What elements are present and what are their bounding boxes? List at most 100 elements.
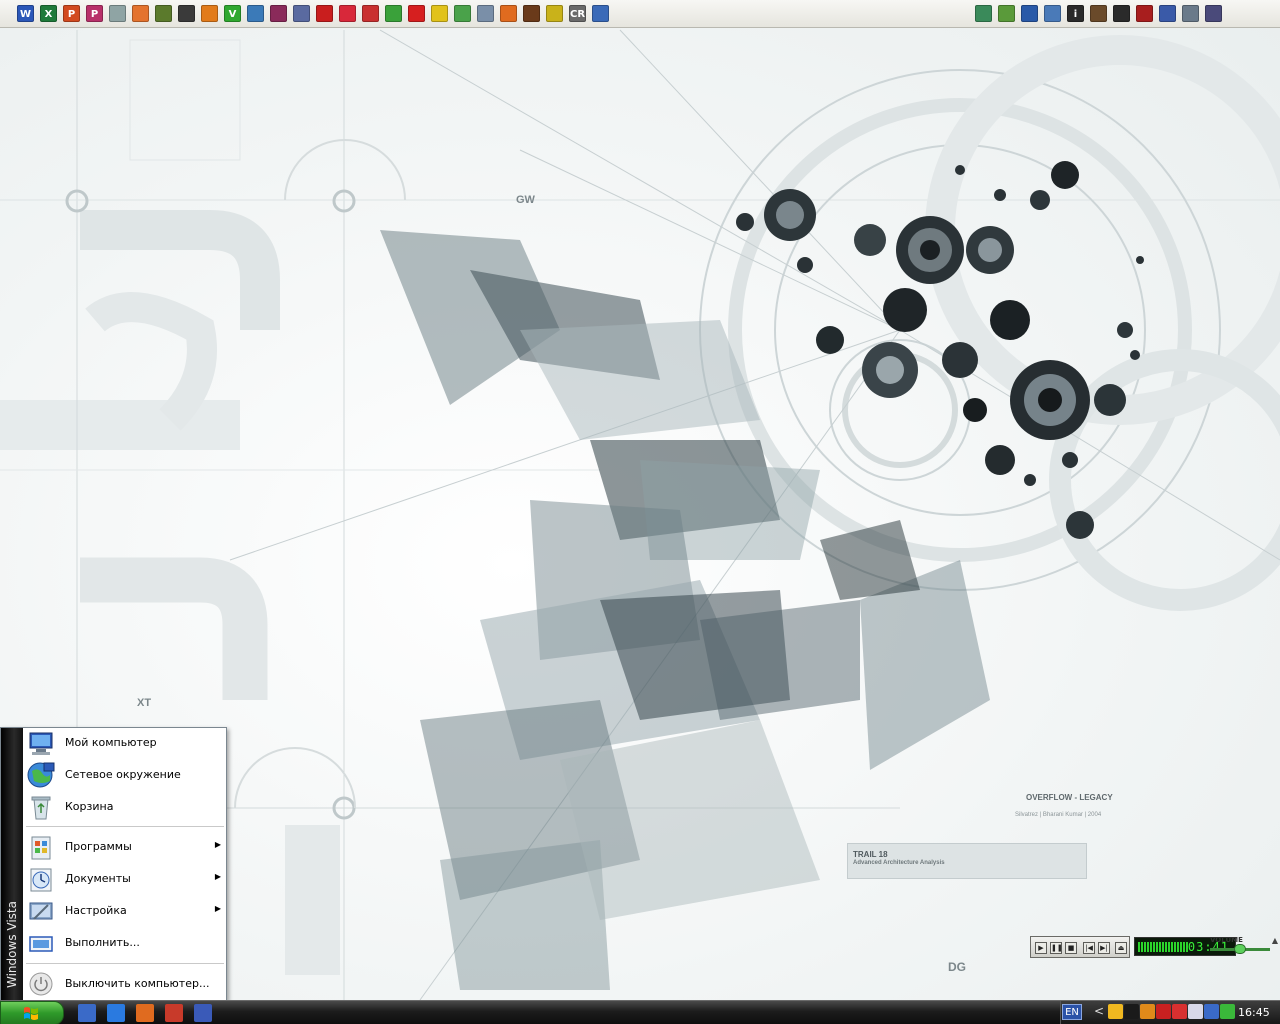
media-icon[interactable]	[201, 5, 218, 22]
sound-muted-icon[interactable]	[1156, 1004, 1171, 1019]
wallpaper-credit: Silvatrez | Bharani Kumar | 2004	[1015, 812, 1102, 818]
bug-icon[interactable]	[431, 5, 448, 22]
wallpaper-title: OVERFLOW - LEGACY	[1026, 793, 1113, 802]
eraser-icon[interactable]	[109, 5, 126, 22]
start-menu-label: Настройка	[65, 904, 127, 917]
start-menu-banner: Windows Vista	[1, 728, 23, 1000]
camera-icon[interactable]	[132, 5, 149, 22]
windows-flag-icon	[24, 1007, 38, 1020]
player-arrow-icon[interactable]	[1140, 1004, 1155, 1019]
wallpaper-trail-title: TRAIL 18	[853, 850, 888, 859]
start-menu-label: Выполнить...	[65, 936, 140, 949]
word-icon[interactable]: W	[17, 5, 34, 22]
start-menu: Windows Vista Мой компьютер Сетевое окру…	[0, 727, 227, 1001]
publisher-icon[interactable]: P	[86, 5, 103, 22]
antenna-icon[interactable]	[1090, 5, 1107, 22]
lifebuoy-icon[interactable]	[339, 5, 356, 22]
info-icon[interactable]: i	[1067, 5, 1084, 22]
eject-icon[interactable]: ⏏	[1115, 942, 1127, 954]
fork-icon[interactable]	[1205, 5, 1222, 22]
taskbar	[0, 1000, 1280, 1024]
firefox-icon[interactable]	[500, 5, 517, 22]
volume-knob[interactable]	[1234, 944, 1247, 954]
show-desktop-icon[interactable]	[78, 1004, 96, 1022]
start-menu-label: Выключить компьютер...	[65, 977, 210, 990]
start-menu-item-run[interactable]: Выполнить...	[23, 928, 226, 958]
disc-icon[interactable]	[523, 5, 540, 22]
next-icon[interactable]: ▶|	[1098, 942, 1110, 954]
screen-blue-icon[interactable]	[1021, 5, 1038, 22]
pen-icon[interactable]	[247, 5, 264, 22]
gear-icon[interactable]	[1182, 5, 1199, 22]
start-menu-label: Сетевое окружение	[65, 768, 181, 781]
phone-icon[interactable]	[293, 5, 310, 22]
photo-icon[interactable]	[998, 5, 1015, 22]
wrench-icon[interactable]	[1044, 5, 1061, 22]
globe-white-icon[interactable]	[1188, 1004, 1203, 1019]
spectrum-bars	[1138, 942, 1188, 952]
powerpoint-icon[interactable]: P	[63, 5, 80, 22]
monitor-icon[interactable]	[1159, 5, 1176, 22]
download-icon[interactable]: V	[224, 5, 241, 22]
excel-icon[interactable]: X	[40, 5, 57, 22]
compass-icon[interactable]	[477, 5, 494, 22]
monitor-black-icon[interactable]	[1124, 1004, 1139, 1019]
terminal-icon[interactable]	[178, 5, 195, 22]
tray-expand-icon[interactable]: <	[1094, 1004, 1104, 1018]
start-menu-banner-text: Windows Vista	[5, 901, 19, 988]
firefox-icon[interactable]	[136, 1004, 154, 1022]
start-menu-label: Мой компьютер	[65, 736, 157, 749]
submenu-arrow-icon: ▶	[214, 904, 221, 913]
start-menu-item-shutdown[interactable]: Выключить компьютер...	[23, 969, 226, 999]
figure-icon[interactable]	[546, 5, 563, 22]
submenu-arrow-icon: ▶	[214, 840, 221, 849]
wallpaper-trail-subtitle: Advanced Architecture Analysis	[853, 860, 945, 866]
opera-icon[interactable]	[316, 5, 333, 22]
image-viewer-icon[interactable]	[155, 5, 172, 22]
computer-icon	[29, 732, 53, 755]
start-menu-label: Документы	[65, 872, 131, 885]
start-menu-item-recycle-bin[interactable]: Корзина	[23, 792, 226, 822]
start-menu-item-programs[interactable]: Программы ▶	[23, 832, 226, 862]
sun-icon[interactable]	[1108, 1004, 1123, 1019]
disc-blue-icon[interactable]	[1204, 1004, 1219, 1019]
previous-icon[interactable]: |◀	[1083, 942, 1095, 954]
globe-green-icon[interactable]	[385, 5, 402, 22]
network-monitor-icon[interactable]	[975, 5, 992, 22]
network-icon[interactable]	[592, 5, 609, 22]
pause-icon[interactable]: ❚❚	[1050, 942, 1063, 954]
language-indicator[interactable]: EN	[1062, 1004, 1082, 1020]
wallpaper-label-dg: DG	[948, 960, 966, 974]
start-button[interactable]	[0, 1001, 64, 1024]
stop-icon[interactable]: ■	[1065, 942, 1077, 954]
programs-icon	[31, 836, 51, 860]
start-menu-item-network[interactable]: Сетевое окружение	[23, 760, 226, 790]
kaspersky-icon[interactable]	[1172, 1004, 1187, 1019]
save-floppy-icon[interactable]	[194, 1004, 212, 1022]
settings-icon	[29, 902, 53, 920]
wallpaper-label-xt: XT	[137, 697, 152, 709]
start-menu-item-my-computer[interactable]: Мой компьютер	[23, 728, 226, 758]
power-icon	[29, 972, 53, 996]
play-icon[interactable]: ▶	[1035, 942, 1047, 954]
red-square-icon[interactable]	[408, 5, 425, 22]
player-controls: ▶ ❚❚ ■ |◀ ▶| ⏏	[1030, 936, 1130, 958]
archive-icon[interactable]	[270, 5, 287, 22]
start-menu-label: Программы	[65, 840, 132, 853]
network-globe-icon	[27, 762, 55, 788]
leaf-icon[interactable]	[454, 5, 471, 22]
cr-icon[interactable]: CR	[569, 5, 586, 22]
clock[interactable]: 16:45	[1238, 1006, 1270, 1019]
quick-launch-toolbar: W X P P V CR i	[0, 0, 1280, 28]
internet-explorer-icon[interactable]	[107, 1004, 125, 1022]
start-menu-label: Корзина	[65, 800, 114, 813]
app-red-icon[interactable]	[165, 1004, 183, 1022]
start-menu-item-documents[interactable]: Документы ▶	[23, 864, 226, 894]
star-icon[interactable]	[1113, 5, 1130, 22]
shield-icon[interactable]	[1136, 5, 1153, 22]
start-menu-item-settings[interactable]: Настройка ▶	[23, 896, 226, 926]
run-icon	[29, 936, 53, 952]
speaker-green-icon[interactable]	[1220, 1004, 1235, 1019]
volume-up-icon[interactable]: ▲	[1272, 936, 1278, 945]
house-icon[interactable]	[362, 5, 379, 22]
